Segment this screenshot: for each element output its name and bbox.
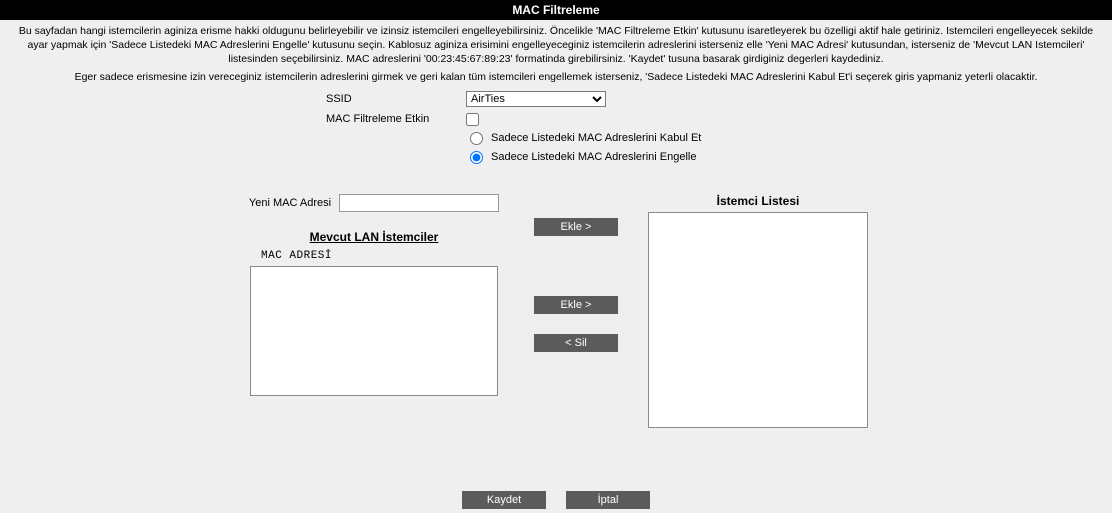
intro-paragraph-2: Eger sadece erismesine izin vereceginiz … bbox=[0, 69, 1112, 91]
cancel-button[interactable]: İptal bbox=[566, 491, 650, 509]
mode-block-label: Sadece Listedeki MAC Adreslerini Engelle bbox=[491, 151, 696, 163]
add-new-mac-button[interactable]: Ekle > bbox=[534, 218, 618, 236]
lan-clients-header: Mevcut LAN İstemciler bbox=[310, 230, 439, 244]
lists-area: Yeni MAC Adresi Mevcut LAN İstemciler MA… bbox=[0, 194, 1112, 428]
right-column: İstemci Listesi bbox=[643, 194, 873, 428]
left-column: Yeni MAC Adresi Mevcut LAN İstemciler MA… bbox=[239, 194, 509, 428]
mode-block-row: Sadece Listedeki MAC Adreslerini Engelle bbox=[326, 151, 856, 164]
config-section: SSID AirTies MAC Filtreleme Etkin Sadece… bbox=[256, 91, 856, 164]
client-list-listbox[interactable] bbox=[648, 212, 868, 428]
ssid-row: SSID AirTies bbox=[326, 91, 856, 107]
ssid-select[interactable]: AirTies bbox=[466, 91, 606, 107]
enable-row: MAC Filtreleme Etkin bbox=[326, 113, 856, 126]
mode-accept-radio[interactable] bbox=[470, 132, 483, 145]
mode-block-radio[interactable] bbox=[470, 151, 483, 164]
enable-checkbox[interactable] bbox=[466, 113, 479, 126]
bottom-actions: Kaydet İptal bbox=[0, 491, 1112, 509]
enable-label: MAC Filtreleme Etkin bbox=[326, 113, 456, 125]
page-title: MAC Filtreleme bbox=[0, 0, 1112, 20]
page-root: MAC Filtreleme Bu sayfadan hangi istemci… bbox=[0, 0, 1112, 513]
mode-accept-row: Sadece Listedeki MAC Adreslerini Kabul E… bbox=[326, 132, 856, 145]
new-mac-row: Yeni MAC Adresi bbox=[249, 194, 499, 212]
center-buttons-column: Ekle > Ekle > < Sil bbox=[531, 194, 621, 428]
lan-clients-column-header: MAC ADRESİ bbox=[239, 250, 332, 262]
new-mac-input[interactable] bbox=[339, 194, 499, 212]
ssid-label: SSID bbox=[326, 93, 456, 105]
client-list-header: İstemci Listesi bbox=[717, 194, 800, 208]
lan-clients-listbox[interactable] bbox=[250, 266, 498, 396]
remove-client-button[interactable]: < Sil bbox=[534, 334, 618, 352]
intro-paragraph-1: Bu sayfadan hangi istemcilerin aginiza e… bbox=[0, 20, 1112, 69]
save-button[interactable]: Kaydet bbox=[462, 491, 546, 509]
new-mac-label: Yeni MAC Adresi bbox=[249, 197, 331, 209]
mode-accept-label: Sadece Listedeki MAC Adreslerini Kabul E… bbox=[491, 132, 701, 144]
lower-center-buttons: Ekle > < Sil bbox=[534, 296, 618, 352]
add-lan-client-button[interactable]: Ekle > bbox=[534, 296, 618, 314]
